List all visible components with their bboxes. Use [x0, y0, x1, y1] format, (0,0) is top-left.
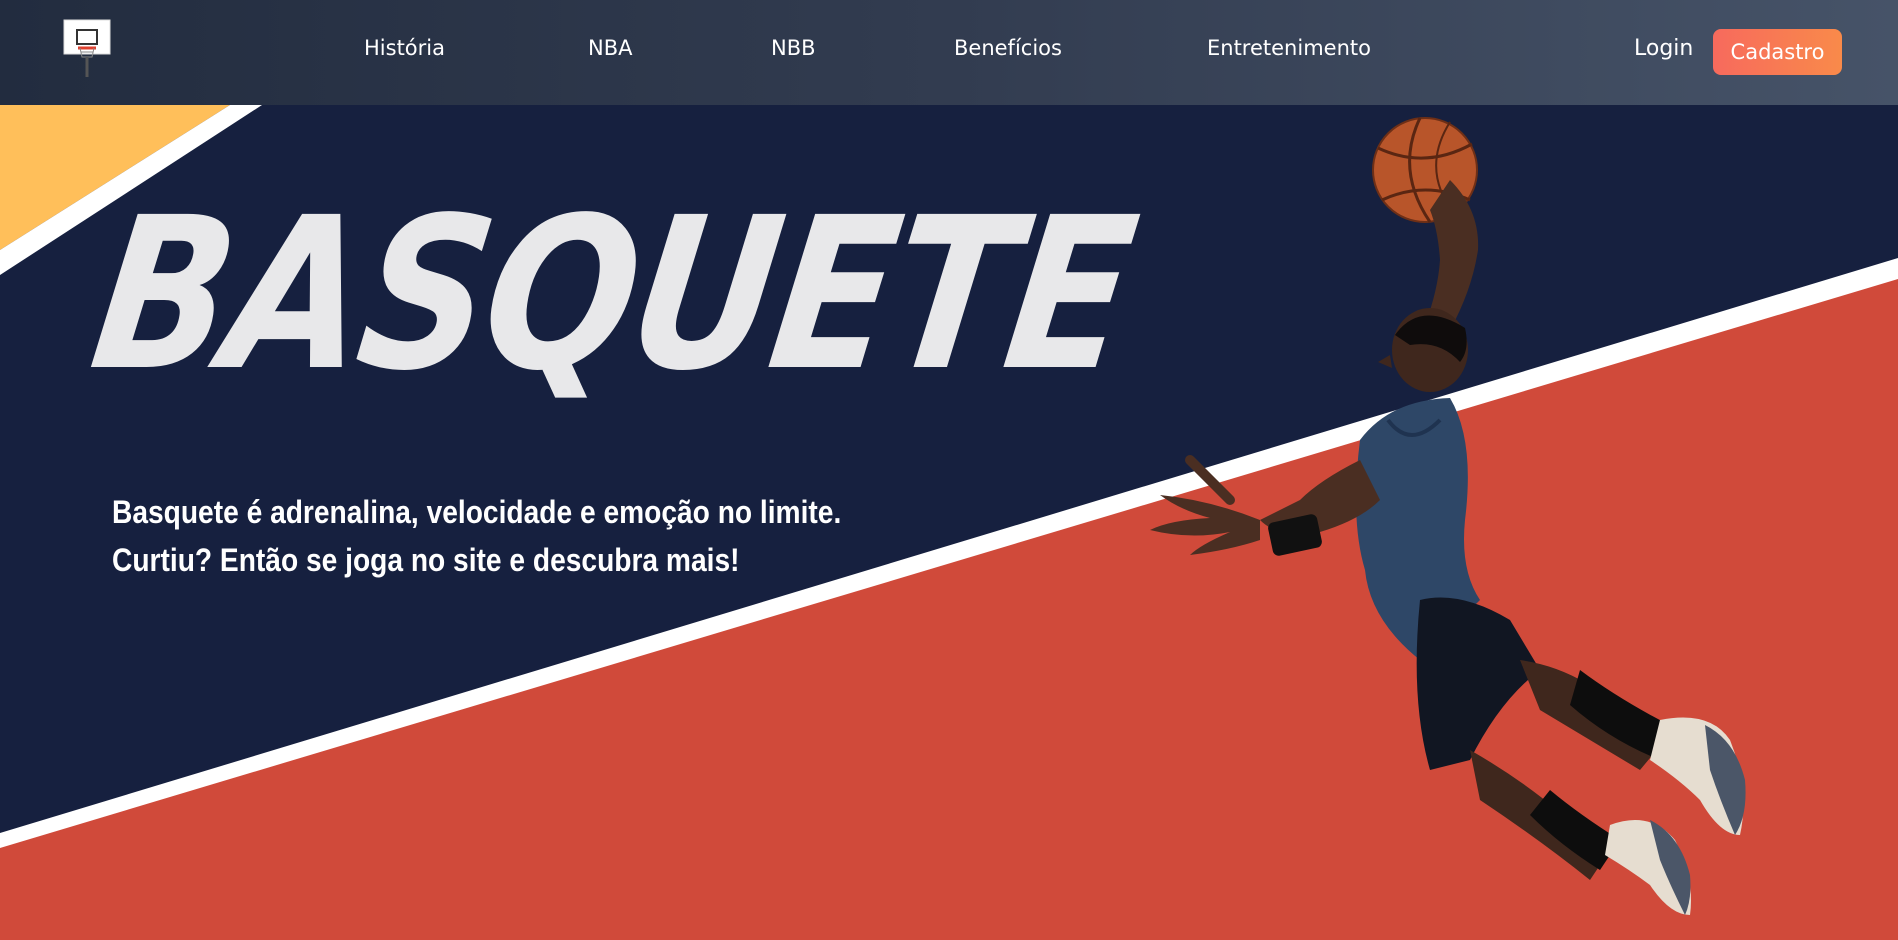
top-navbar: História NBA NBB Benefícios Entretenimen…: [0, 0, 1898, 105]
nav-item-beneficios[interactable]: Benefícios: [954, 36, 1062, 60]
nav-item-entretenimento[interactable]: Entretenimento: [1207, 36, 1371, 60]
login-link[interactable]: Login: [1634, 36, 1693, 61]
hero-subtitle-line-2: Curtiu? Então se joga no site e descubra…: [112, 542, 740, 578]
hero-title: BASQUETE: [80, 172, 1145, 417]
basketball-hoop-icon[interactable]: [62, 19, 112, 79]
signup-button[interactable]: Cadastro: [1713, 29, 1842, 75]
nav-item-historia[interactable]: História: [364, 36, 445, 60]
hero-subtitle: Basquete é adrenalina, velocidade e emoç…: [112, 488, 841, 584]
basketball-player-illustration: [1150, 117, 1746, 915]
hero-subtitle-line-1: Basquete é adrenalina, velocidade e emoç…: [112, 494, 842, 530]
nav-item-nba[interactable]: NBA: [588, 36, 632, 60]
nav-item-nbb[interactable]: NBB: [771, 36, 816, 60]
landing-page: História NBA NBB Benefícios Entretenimen…: [0, 0, 1898, 940]
